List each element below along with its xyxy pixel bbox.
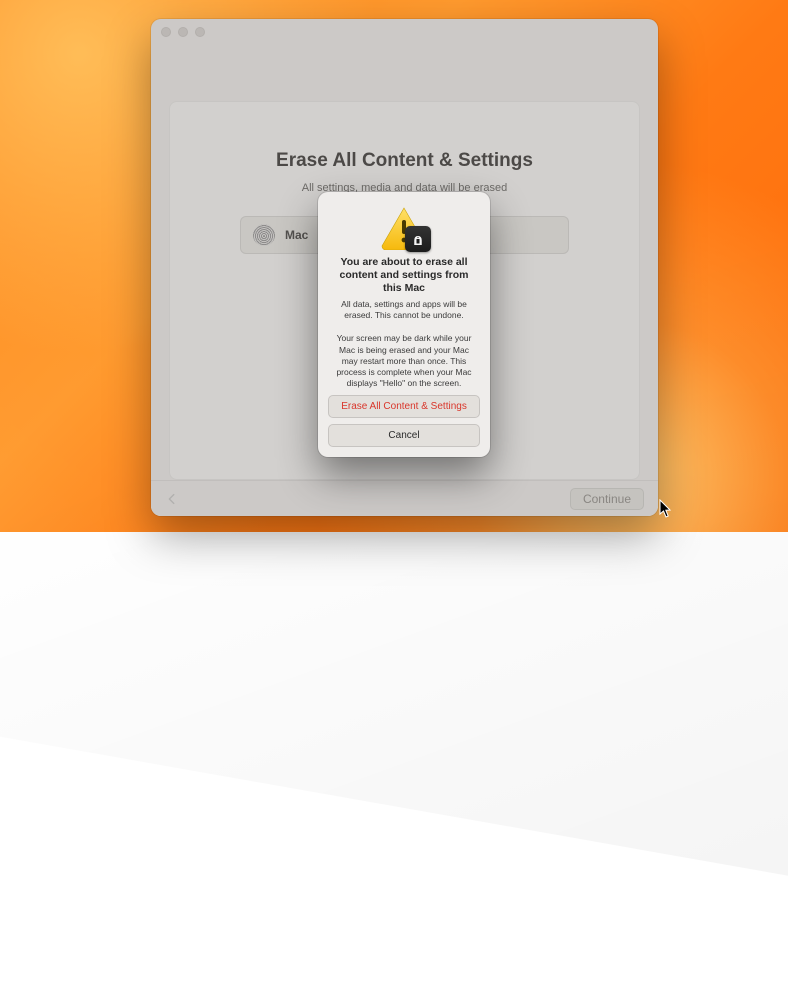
cancel-button[interactable]: Cancel <box>328 424 480 447</box>
volume-row-label: Mac <box>285 228 308 242</box>
back-icon[interactable] <box>165 492 179 506</box>
erase-button[interactable]: Erase All Content & Settings <box>328 395 480 418</box>
dialog-body-1: All data, settings and apps will be eras… <box>330 299 478 321</box>
traffic-light-zoom[interactable] <box>195 27 205 37</box>
touch-id-icon <box>253 224 275 246</box>
assistant-bottom-bar: Continue <box>151 480 658 516</box>
traffic-light-close[interactable] <box>161 27 171 37</box>
continue-button[interactable]: Continue <box>570 488 644 510</box>
dialog-body-2: Your screen may be dark while your Mac i… <box>330 333 478 388</box>
warning-icon <box>379 206 429 250</box>
app-badge-icon <box>405 226 431 252</box>
window-titlebar <box>151 19 658 45</box>
dialog-title: You are about to erase all content and s… <box>330 256 478 295</box>
erase-confirmation-dialog: You are about to erase all content and s… <box>318 192 490 457</box>
traffic-light-minimize[interactable] <box>178 27 188 37</box>
page-title: Erase All Content & Settings <box>170 150 639 172</box>
